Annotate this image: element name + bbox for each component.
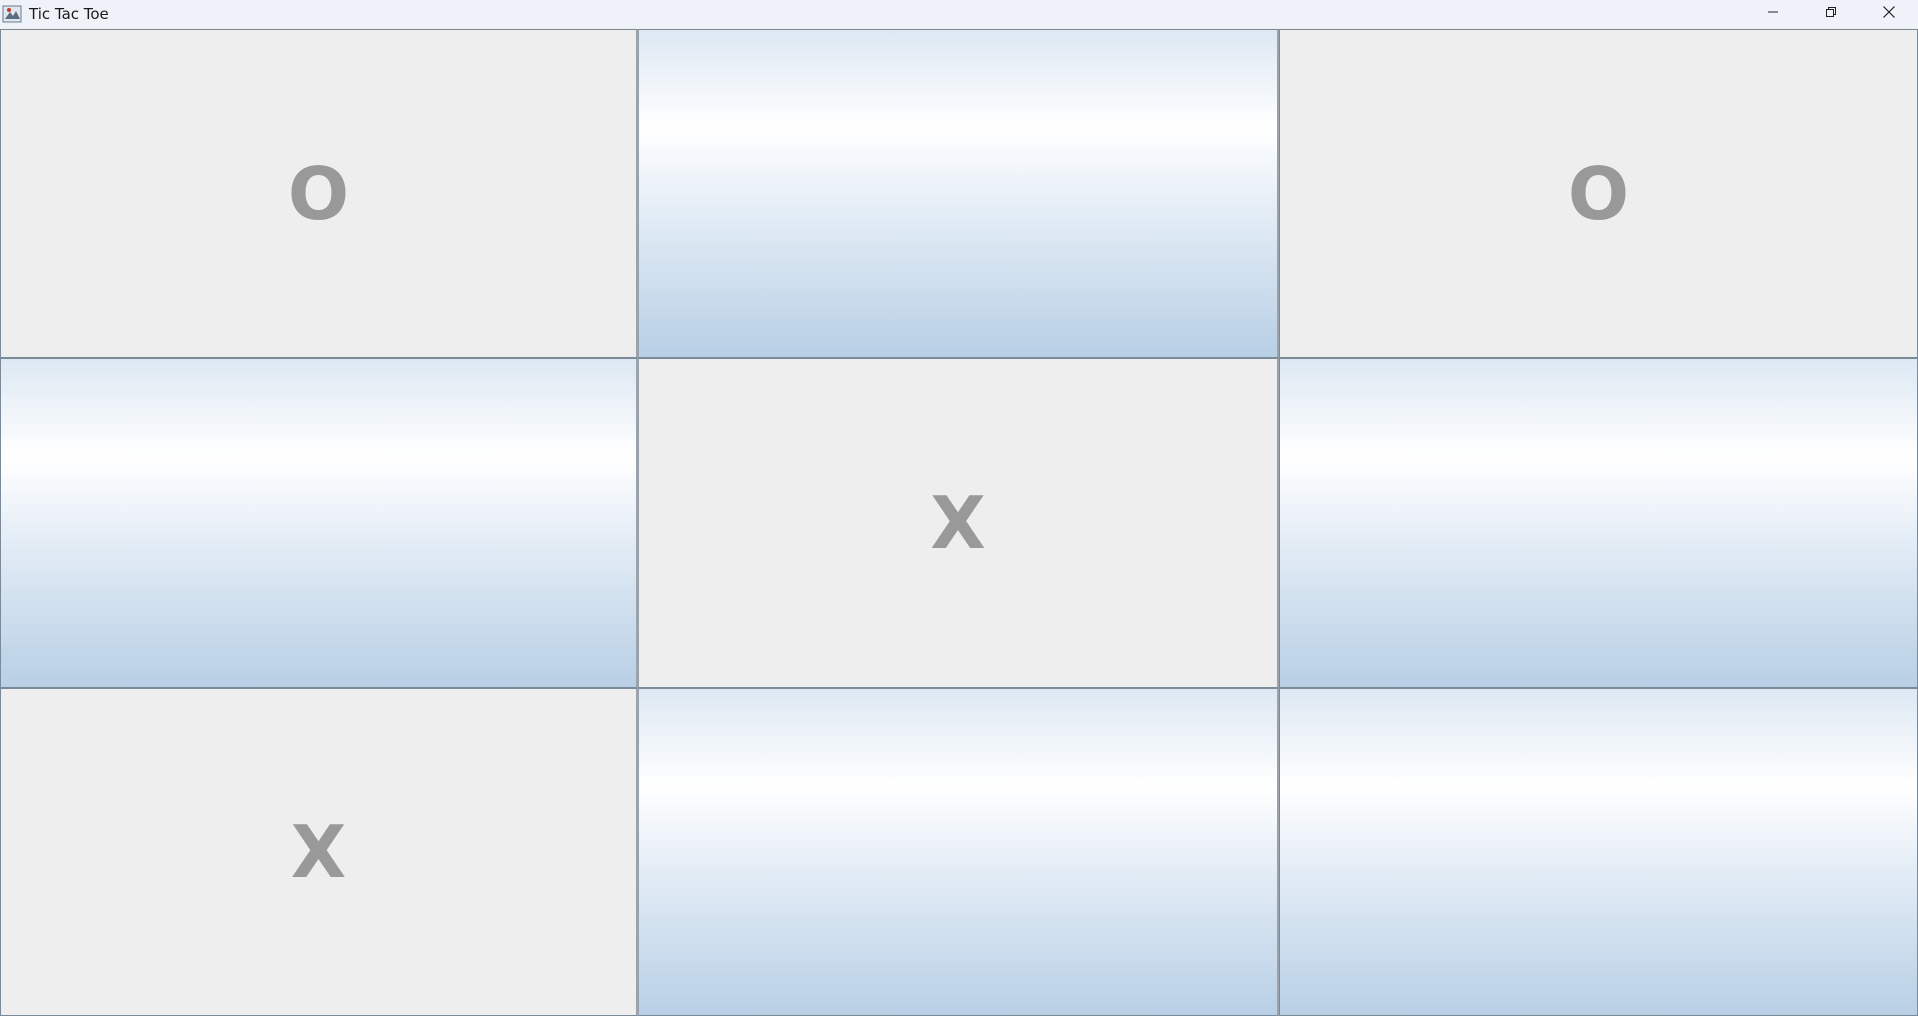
board-cell-r3c3[interactable] (1279, 688, 1918, 1016)
cell-mark: X (930, 481, 986, 565)
app-window: Tic Tac Toe O O X X (0, 0, 1918, 1016)
window-title: Tic Tac Toe (29, 5, 109, 23)
close-button[interactable] (1860, 0, 1918, 28)
board-cell-r2c3[interactable] (1279, 358, 1918, 688)
cell-mark: X (290, 810, 347, 894)
close-icon (1882, 5, 1896, 24)
java-app-icon (2, 4, 22, 24)
board-cell-r1c1[interactable]: O (0, 29, 638, 358)
board-cell-r2c1[interactable] (0, 358, 638, 688)
title-bar[interactable]: Tic Tac Toe (0, 0, 1918, 28)
board-cell-r1c2[interactable] (638, 29, 1279, 358)
board-cell-r1c3[interactable]: O (1279, 29, 1918, 358)
minimize-button[interactable] (1744, 0, 1802, 28)
restore-icon (1825, 5, 1837, 23)
board-cell-r3c2[interactable] (638, 688, 1279, 1016)
board-cell-r3c1[interactable]: X (0, 688, 638, 1016)
cell-mark: O (1567, 151, 1630, 236)
window-controls (1744, 0, 1918, 28)
board-cell-r2c2[interactable]: X (638, 358, 1279, 688)
minimize-icon (1767, 5, 1779, 23)
maximize-button[interactable] (1802, 0, 1860, 28)
cell-mark: O (287, 151, 350, 236)
game-board: O O X X (0, 29, 1918, 1016)
